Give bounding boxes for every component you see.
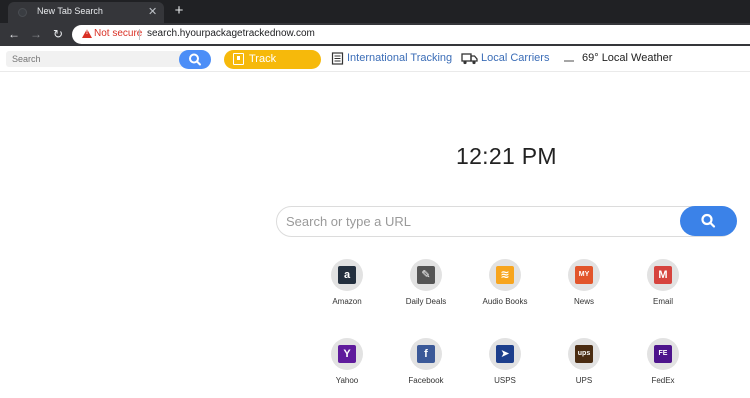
address-bar[interactable]: Not secure search.hyourpackagetrackednow… bbox=[72, 25, 750, 44]
shortcut-tile-news[interactable]: MY News bbox=[554, 259, 614, 319]
shortcut-label: Yahoo bbox=[335, 376, 359, 385]
omnibox-divider bbox=[139, 29, 140, 40]
shortcut-icon-circle: ups bbox=[568, 338, 600, 370]
main-search-button[interactable] bbox=[680, 206, 737, 236]
shortcut-label: Email bbox=[652, 297, 673, 306]
shortcut-tile-amazon[interactable]: a Amazon bbox=[317, 259, 377, 319]
shortcut-label: USPS bbox=[494, 376, 516, 385]
security-status[interactable]: Not secure bbox=[94, 28, 142, 39]
search-icon bbox=[189, 53, 201, 66]
shortcut-icon-circle: MY bbox=[568, 259, 600, 291]
shortcut-icon-circle: M bbox=[647, 259, 679, 291]
track-package-label: Track Package bbox=[249, 53, 292, 84]
package-icon bbox=[233, 53, 244, 65]
facebook-icon: f bbox=[417, 345, 435, 363]
shortcut-label: FedEx bbox=[651, 376, 675, 385]
audio-books-icon: ≋ bbox=[496, 266, 514, 284]
shortcut-tile-email[interactable]: M Email bbox=[633, 259, 693, 319]
back-arrow-icon[interactable]: ← bbox=[6, 26, 22, 42]
document-list-icon bbox=[331, 52, 344, 65]
shortcut-label: UPS bbox=[575, 376, 593, 385]
shortcut-icon-circle: ≋ bbox=[489, 259, 521, 291]
close-icon[interactable]: ✕ bbox=[148, 5, 157, 18]
shortcut-label: Audio Books bbox=[482, 297, 528, 306]
yahoo-icon: Y bbox=[338, 345, 356, 363]
amazon-icon: a bbox=[338, 266, 356, 284]
truck-icon bbox=[461, 53, 478, 65]
shortcut-icon-circle: ✎ bbox=[410, 259, 442, 291]
search-icon bbox=[701, 213, 716, 228]
shortcut-label: Daily Deals bbox=[405, 297, 447, 306]
shortcut-icon-circle: f bbox=[410, 338, 442, 370]
main-search-placeholder[interactable]: Search or type a URL bbox=[286, 214, 411, 229]
shortcut-icon-circle: Y bbox=[331, 338, 363, 370]
new-tab-button[interactable]: + bbox=[170, 2, 188, 20]
shortcut-icon-circle: ➤ bbox=[489, 338, 521, 370]
usps-icon: ➤ bbox=[496, 345, 514, 363]
local-carriers-link[interactable]: Local Carriers bbox=[481, 52, 549, 64]
tab-title: New Tab Search bbox=[37, 6, 103, 16]
international-tracking-link[interactable]: International Tracking bbox=[347, 52, 452, 64]
shortcut-tile-usps[interactable]: ➤ USPS bbox=[475, 338, 535, 398]
extension-search-input[interactable] bbox=[6, 51, 206, 67]
daily-deals-icon: ✎ bbox=[417, 266, 435, 284]
clock: 12:21 PM bbox=[456, 143, 557, 169]
browser-toolbar: ← → ↻ Not secure search.hyourpackagetrac… bbox=[0, 23, 750, 46]
tab-favicon-icon bbox=[18, 8, 27, 17]
track-package-button[interactable]: Track Package bbox=[224, 50, 321, 84]
tab-bar: New Tab Search ✕ + bbox=[0, 0, 750, 23]
shortcut-icon-circle: a bbox=[331, 259, 363, 291]
shortcut-tile-facebook[interactable]: f Facebook bbox=[396, 338, 456, 398]
reload-icon[interactable]: ↻ bbox=[50, 26, 66, 42]
extension-search-button[interactable] bbox=[179, 50, 211, 69]
shortcut-tile-yahoo[interactable]: Y Yahoo bbox=[317, 338, 377, 398]
warning-icon bbox=[82, 29, 92, 38]
shortcut-label: Facebook bbox=[408, 376, 444, 385]
forward-arrow-icon[interactable]: → bbox=[28, 26, 44, 42]
ups-icon: ups bbox=[575, 345, 593, 363]
news-icon: MY bbox=[575, 266, 593, 284]
weather-icon bbox=[564, 60, 574, 62]
url-text[interactable]: search.hyourpackagetrackednow.com bbox=[147, 28, 315, 39]
shortcut-icon-circle: FE bbox=[647, 338, 679, 370]
shortcut-tile-daily-deals[interactable]: ✎ Daily Deals bbox=[396, 259, 456, 319]
extension-bar: Track Package International Tracking Loc… bbox=[0, 46, 750, 84]
tab-new-tab-search[interactable]: New Tab Search ✕ bbox=[8, 2, 164, 23]
email-icon: M bbox=[654, 266, 672, 284]
shortcut-label: Amazon bbox=[332, 297, 362, 306]
weather-label[interactable]: 69° Local Weather bbox=[582, 52, 672, 64]
shortcut-tile-ups[interactable]: ups UPS bbox=[554, 338, 614, 398]
shortcut-tile-audio-books[interactable]: ≋ Audio Books bbox=[475, 259, 535, 319]
main-search-box[interactable]: Search or type a URL bbox=[276, 206, 736, 237]
shortcut-tile-fedex[interactable]: FE FedEx bbox=[633, 338, 693, 398]
fedex-icon: FE bbox=[654, 345, 672, 363]
shortcut-label: News bbox=[573, 297, 594, 306]
